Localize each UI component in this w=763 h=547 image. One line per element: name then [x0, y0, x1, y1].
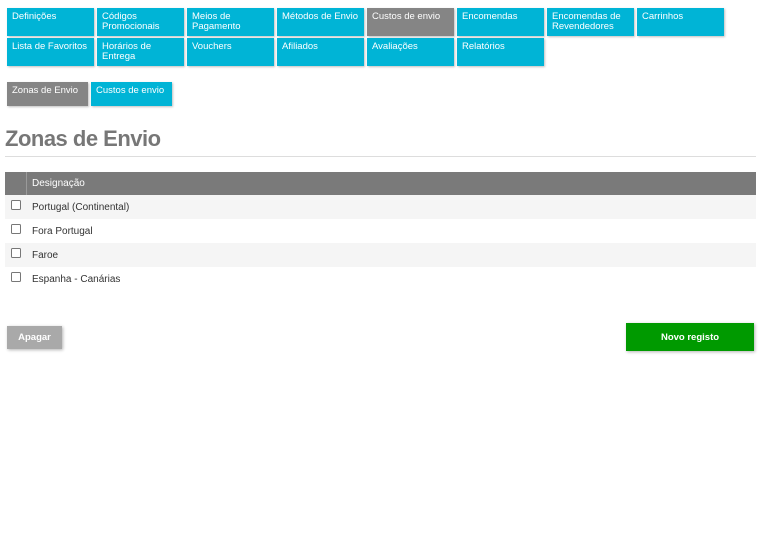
- nav-item-custos-de-envio[interactable]: Custos de envio: [367, 8, 454, 36]
- nav-item-definicoes[interactable]: Definições: [7, 8, 94, 36]
- nav-item-codigos-promocionais[interactable]: Códigos Promocionais: [97, 8, 184, 36]
- table-body: Portugal (Continental) Fora Portugal Far…: [5, 195, 756, 291]
- nav-item-lista-de-favoritos[interactable]: Lista de Favoritos: [7, 38, 94, 66]
- row-designacao[interactable]: Portugal (Continental): [27, 202, 129, 213]
- table-header: Designação: [5, 172, 756, 195]
- row-checkbox-cell: [5, 200, 27, 210]
- nav-item-afiliados[interactable]: Afiliados: [277, 38, 364, 66]
- new-record-button[interactable]: Novo registo: [626, 323, 754, 351]
- nav-item-carrinhos[interactable]: Carrinhos: [637, 8, 724, 36]
- row-checkbox-cell: [5, 224, 27, 234]
- subnav-item-custos-de-envio[interactable]: Custos de envio: [91, 82, 172, 106]
- row-checkbox[interactable]: [11, 272, 21, 282]
- delete-button[interactable]: Apagar: [7, 326, 62, 349]
- table-row[interactable]: Faroe: [5, 243, 756, 267]
- row-checkbox-cell: [5, 248, 27, 258]
- table-row[interactable]: Espanha - Canárias: [5, 267, 756, 291]
- column-header-designacao[interactable]: Designação: [27, 178, 85, 189]
- nav-item-relatorios[interactable]: Relatórios: [457, 38, 544, 66]
- shipping-zones-table: Designação Portugal (Continental) Fora P…: [5, 172, 756, 291]
- sub-nav: Zonas de Envio Custos de envio: [7, 82, 172, 106]
- row-checkbox[interactable]: [11, 224, 21, 234]
- header-checkbox-column: [5, 172, 27, 195]
- nav-item-horarios-de-entrega[interactable]: Horários de Entrega: [97, 38, 184, 66]
- row-checkbox-cell: [5, 272, 27, 282]
- table-row[interactable]: Portugal (Continental): [5, 195, 756, 219]
- nav-item-metodos-de-envio[interactable]: Métodos de Envio: [277, 8, 364, 36]
- row-checkbox[interactable]: [11, 248, 21, 258]
- table-row[interactable]: Fora Portugal: [5, 219, 756, 243]
- page-title: Zonas de Envio: [5, 126, 161, 151]
- nav-item-vouchers[interactable]: Vouchers: [187, 38, 274, 66]
- nav-item-meios-de-pagamento[interactable]: Meios de Pagamento: [187, 8, 274, 36]
- row-checkbox[interactable]: [11, 200, 21, 210]
- nav-item-encomendas-revendedores[interactable]: Encomendas de Revendedores: [547, 8, 634, 36]
- page-root: Definições Códigos Promocionais Meios de…: [0, 0, 763, 547]
- nav-item-avaliacoes[interactable]: Avaliações: [367, 38, 454, 66]
- title-divider: [5, 156, 756, 157]
- main-nav: Definições Códigos Promocionais Meios de…: [7, 8, 737, 66]
- row-designacao[interactable]: Fora Portugal: [27, 226, 93, 237]
- row-designacao[interactable]: Espanha - Canárias: [27, 274, 120, 285]
- subnav-item-zonas-de-envio[interactable]: Zonas de Envio: [7, 82, 88, 106]
- nav-item-encomendas[interactable]: Encomendas: [457, 8, 544, 36]
- row-designacao[interactable]: Faroe: [27, 250, 58, 261]
